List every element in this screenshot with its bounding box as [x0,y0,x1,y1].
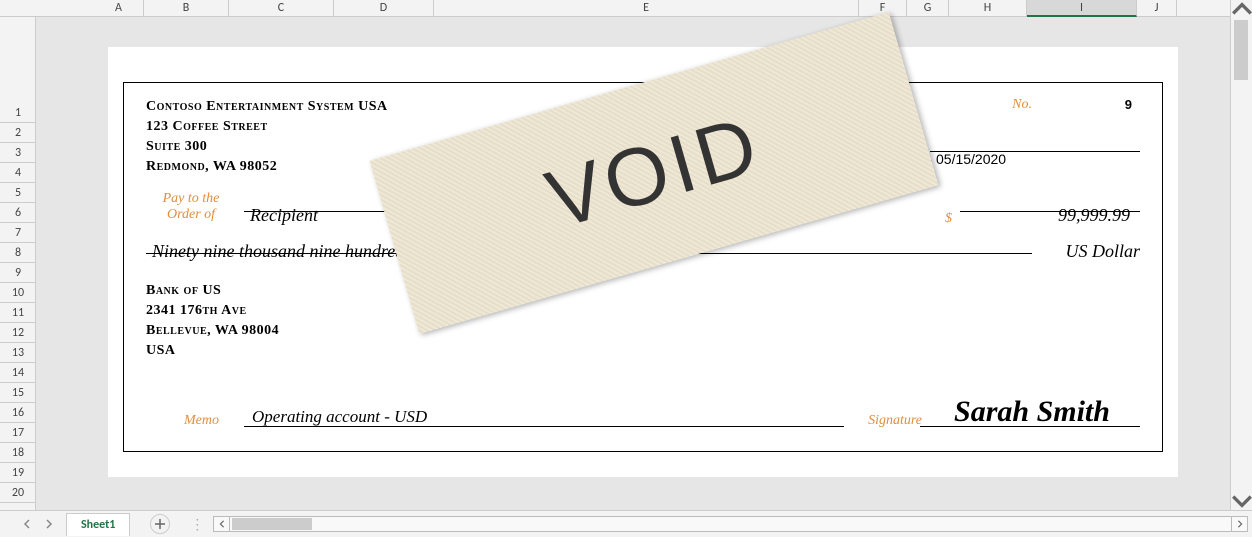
recipient-value: Recipient [250,205,318,226]
row-header-9[interactable]: 9 [0,263,36,283]
sender-address: Contoso Entertainment System USA 123 Cof… [146,97,388,177]
column-header-row: ABCDEFGHIJ [0,0,1230,17]
check-number-value: 9 [1125,97,1132,112]
check-number-label: No. [1012,97,1032,113]
bank-street: 2341 176th Ave [146,301,279,321]
row-header-7[interactable]: 7 [0,223,36,243]
add-sheet-button[interactable] [150,514,170,534]
memo-label: Memo [184,413,219,429]
horizontal-scroll-zone: ⋮ [190,516,1252,533]
row-header-17[interactable]: 17 [0,423,36,443]
scroll-right-button[interactable] [1231,517,1247,531]
vertical-scrollbar[interactable] [1230,0,1252,510]
scroll-left-button[interactable] [214,517,230,531]
column-header-H[interactable]: H [949,0,1027,17]
row-header-15[interactable]: 15 [0,383,36,403]
pay-to-label-line1: Pay to the [163,191,220,206]
check-document: Contoso Entertainment System USA 123 Cof… [123,82,1163,452]
sheet-tab-bar: Sheet1 ⋮ [0,510,1252,537]
signature-label: Signature [868,413,922,429]
row-header-20[interactable]: 20 [0,483,36,503]
row-header-5[interactable]: 5 [0,183,36,203]
row-header-12[interactable]: 12 [0,323,36,343]
row-header-18[interactable]: 18 [0,443,36,463]
tab-nav-next[interactable] [40,515,58,533]
pay-to-label-line2: Order of [167,207,215,222]
column-header-J[interactable]: J [1137,0,1177,17]
amount-numeric: 99,999.99 [1058,205,1130,226]
worksheet-area[interactable]: Contoso Entertainment System USA 123 Cof… [36,17,1230,510]
row-header-16[interactable]: 16 [0,403,36,423]
sender-street: 123 Coffee Street [146,117,388,137]
scroll-down-button[interactable] [1231,492,1252,510]
currency-label: US Dollar [1065,241,1140,262]
date-value: 05/15/2020 [930,151,1140,167]
horizontal-scrollbar[interactable] [213,516,1248,532]
tab-split-handle[interactable]: ⋮ [190,516,205,533]
column-header-C[interactable]: C [229,0,334,17]
row-header-19[interactable]: 19 [0,463,36,483]
bank-country: USA [146,341,279,361]
tab-nav-prev[interactable] [18,515,36,533]
dollar-sign: $ [945,211,952,227]
vertical-scroll-thumb[interactable] [1234,20,1248,80]
row-header-4[interactable]: 4 [0,163,36,183]
sheet-tab-sheet1[interactable]: Sheet1 [66,513,130,536]
row-header-14[interactable]: 14 [0,363,36,383]
bank-city: Bellevue, WA 98004 [146,321,279,341]
column-header-E[interactable]: E [434,0,859,17]
spreadsheet-viewport: ABCDEFGHIJ 12345678910111213141516171819… [0,0,1252,537]
row-header-1[interactable]: 1 [0,103,36,123]
row-header-6[interactable]: 6 [0,203,36,223]
void-watermark: VOID [370,12,939,334]
row-header-11[interactable]: 11 [0,303,36,323]
column-header-A[interactable]: A [94,0,144,17]
row-header-2[interactable]: 2 [0,123,36,143]
print-page: Contoso Entertainment System USA 123 Cof… [108,47,1178,477]
row-header-10[interactable]: 10 [0,283,36,303]
column-header-D[interactable]: D [334,0,434,17]
bank-name: Bank of US [146,281,279,301]
sender-suite: Suite 300 [146,137,388,157]
sheet-tab-label: Sheet1 [81,518,115,532]
column-header-G[interactable]: G [907,0,949,17]
signature-value: Sarah Smith [932,395,1132,429]
row-header-3[interactable]: 3 [0,143,36,163]
row-header-8[interactable]: 8 [0,243,36,263]
pay-to-label: Pay to the Order of [146,191,236,223]
scroll-up-button[interactable] [1231,0,1252,18]
column-header-B[interactable]: B [144,0,229,17]
column-header-I[interactable]: I [1027,0,1137,17]
void-text: VOID [537,98,771,248]
row-header-column: 1234567891011121314151617181920 [0,17,36,510]
horizontal-scroll-thumb[interactable] [232,518,312,530]
bank-address: Bank of US 2341 176th Ave Bellevue, WA 9… [146,281,279,361]
memo-value: Operating account - USD [252,407,427,427]
row-header-13[interactable]: 13 [0,343,36,363]
sender-name: Contoso Entertainment System USA [146,97,388,117]
sender-city: Redmond, WA 98052 [146,157,388,177]
